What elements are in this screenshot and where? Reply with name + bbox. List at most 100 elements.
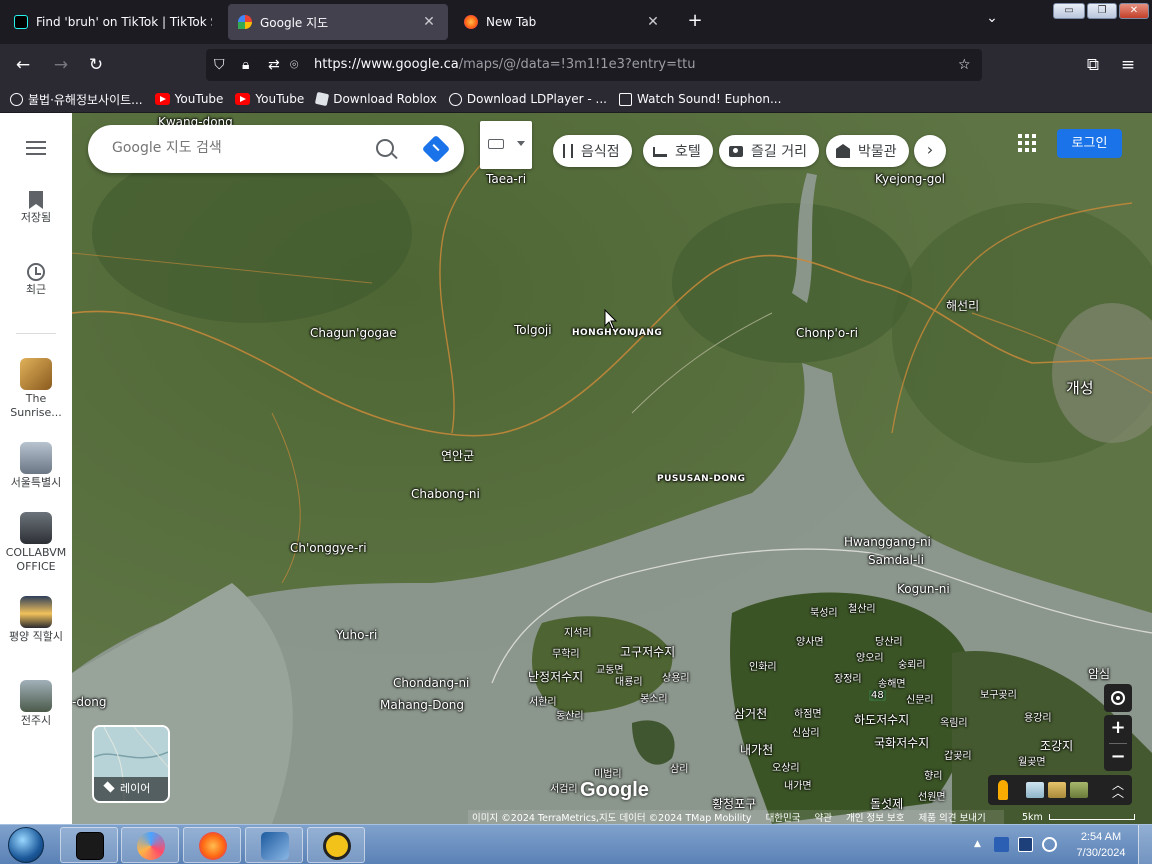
star-bookmark-icon[interactable]: ☆ <box>958 57 971 73</box>
taskbar-browser-app[interactable] <box>121 827 179 863</box>
map-canvas[interactable]: Kwang-dong Taea-ri Kyejong-gol 해선리 Chagu… <box>72 113 1152 824</box>
map-label[interactable]: Kyejong-gol <box>875 172 945 186</box>
map-label[interactable]: 삼거천 <box>734 705 767 722</box>
privacy-link[interactable]: 개인 정보 보호 <box>846 810 904 824</box>
taskbar-virtualbox[interactable] <box>245 827 303 863</box>
zoom-in-button[interactable]: + <box>1104 715 1132 743</box>
taskbar-terminal-app[interactable] <box>60 827 118 863</box>
map-label[interactable]: 조강지 <box>1040 737 1073 754</box>
map-label[interactable]: 월곶면 <box>1018 753 1046 768</box>
back-arrow-icon[interactable]: ← <box>12 54 34 76</box>
map-label[interactable]: 오상리 <box>772 759 800 774</box>
map-label[interactable]: 서검리 <box>550 780 578 795</box>
map-label[interactable]: 서한리 <box>529 693 557 708</box>
map-label[interactable]: 송해면 <box>878 675 906 690</box>
map-label[interactable]: 갑곶리 <box>944 747 972 762</box>
search-box[interactable] <box>88 125 464 173</box>
list-all-tabs-icon[interactable]: ⌄ <box>982 10 1002 26</box>
chevron-down-icon[interactable] <box>517 141 525 146</box>
bookmark-item[interactable]: YouTube <box>154 92 223 106</box>
lock-icon[interactable]: 🔒︎ <box>242 57 249 73</box>
input-tools-button[interactable] <box>480 121 532 169</box>
map-label[interactable]: Chagun'gogae <box>310 326 397 340</box>
map-label[interactable]: 상용리 <box>662 669 690 684</box>
map-label[interactable]: 장정리 <box>834 670 862 685</box>
recent-place-item[interactable]: 서울특별시 <box>0 442 72 490</box>
bookmark-item[interactable]: YouTube <box>235 92 304 106</box>
zoom-out-button[interactable]: − <box>1104 744 1132 772</box>
map-label[interactable]: 내가면 <box>784 777 812 792</box>
show-desktop-button[interactable] <box>1138 825 1152 864</box>
url-text[interactable]: https://www.google.ca/maps/@/data=!3m1!1… <box>314 57 695 72</box>
search-icon[interactable] <box>376 139 394 157</box>
network-tray-icon[interactable] <box>994 837 1009 852</box>
tab-tiktok[interactable]: Find 'bruh' on TikTok | TikTok S <box>4 4 222 40</box>
taskbar-ldplayer[interactable] <box>307 827 365 863</box>
system-clock[interactable]: 2:54 AM 7/30/2024 <box>1068 829 1134 861</box>
expand-icon[interactable]: ︿ ︿ <box>1112 779 1124 799</box>
terms-link[interactable]: 약관 <box>815 810 832 824</box>
display-tray-icon[interactable] <box>1018 837 1033 852</box>
extensions-icon[interactable]: ⧉ <box>1082 54 1104 76</box>
recent-place-item[interactable]: 전주시 <box>0 680 72 728</box>
map-label[interactable]: 철산리 <box>848 600 876 615</box>
window-close-button[interactable]: ✕ <box>1119 3 1149 19</box>
shield-icon[interactable]: ⛉ <box>214 57 225 73</box>
permissions-icon[interactable]: ⇄ <box>268 57 280 73</box>
recent-place-item[interactable]: 평양 직할시 <box>0 596 72 644</box>
chip-hotels[interactable]: 호텔 <box>643 135 713 167</box>
map-label[interactable]: Ch'onggye-ri <box>290 541 367 555</box>
imagery-thumbnail[interactable] <box>1026 782 1044 798</box>
map-label[interactable]: 하점면 <box>794 705 822 720</box>
bookmark-item[interactable]: Download Roblox <box>315 91 437 107</box>
chip-museums[interactable]: 박물관 <box>826 135 909 167</box>
bookmark-item[interactable]: 불법·유해정보사이트... <box>10 91 143 108</box>
recent-place-item[interactable]: COLLABVM OFFICE <box>0 512 72 574</box>
map-label[interactable]: Kogun-ni <box>897 582 950 596</box>
map-label[interactable]: 해선리 <box>946 297 979 314</box>
show-hidden-icons[interactable]: ▲ <box>974 839 981 849</box>
map-label[interactable]: Mahang-Dong <box>380 698 464 712</box>
start-button[interactable] <box>8 827 44 863</box>
recent-button[interactable]: 최근 <box>0 263 72 297</box>
my-location-button[interactable] <box>1104 684 1132 712</box>
map-label[interactable]: Chabong-ni <box>411 487 480 501</box>
map-label[interactable]: 당산리 <box>875 633 903 648</box>
map-label[interactable]: Chondang-ni <box>393 676 469 690</box>
map-label[interactable]: 보구곶리 <box>980 686 1017 701</box>
address-bar[interactable]: ⛉ 🔒︎ ⇄ ⌾ https://www.google.ca/maps/@/da… <box>206 49 982 81</box>
forward-arrow-icon[interactable]: → <box>50 54 72 76</box>
map-label[interactable]: 무학리 <box>552 645 580 660</box>
minimize-button[interactable]: ▭ <box>1053 3 1085 19</box>
sign-in-button[interactable]: 로그인 <box>1057 129 1122 158</box>
map-label[interactable]: 용강리 <box>1024 709 1052 724</box>
map-label[interactable]: 동산리 <box>556 707 584 722</box>
search-input[interactable] <box>112 140 352 156</box>
map-label[interactable]: 난정저수지 <box>528 668 583 685</box>
close-tab-icon[interactable]: ✕ <box>420 14 438 30</box>
chip-restaurants[interactable]: 음식점 <box>553 135 632 167</box>
reload-icon[interactable]: ↻ <box>85 54 107 76</box>
map-label[interactable]: 연안군 <box>441 447 474 464</box>
map-label[interactable]: 신삼리 <box>792 724 820 739</box>
map-label[interactable]: 대룡리 <box>615 673 643 688</box>
volume-tray-icon[interactable] <box>1042 837 1057 852</box>
map-label[interactable]: 하도저수지 <box>854 711 909 728</box>
map-label[interactable]: 봉소리 <box>640 690 668 705</box>
map-label[interactable]: 암심 <box>1088 665 1110 682</box>
map-label[interactable]: -dong <box>72 695 107 709</box>
map-label[interactable]: 미법리 <box>594 765 622 780</box>
imagery-thumbnail[interactable] <box>1070 782 1088 798</box>
map-label[interactable]: PUSUSAN-DONG <box>657 474 745 484</box>
map-label[interactable]: 내가천 <box>740 741 773 758</box>
recent-place-item[interactable]: The Sunrise... <box>0 358 72 420</box>
map-label[interactable]: 양사면 <box>796 633 824 648</box>
map-label[interactable]: Tolgoji <box>514 323 552 337</box>
location-pin-icon[interactable]: ⌾ <box>290 57 298 73</box>
map-label[interactable]: Taea-ri <box>486 172 526 186</box>
map-label[interactable]: Hwanggang-ni <box>844 535 931 549</box>
google-apps-icon[interactable] <box>1018 134 1036 152</box>
bookmark-item[interactable]: Watch Sound! Euphon... <box>619 92 781 106</box>
map-label[interactable]: Yuho-ri <box>336 628 377 642</box>
menu-icon[interactable] <box>26 141 46 155</box>
